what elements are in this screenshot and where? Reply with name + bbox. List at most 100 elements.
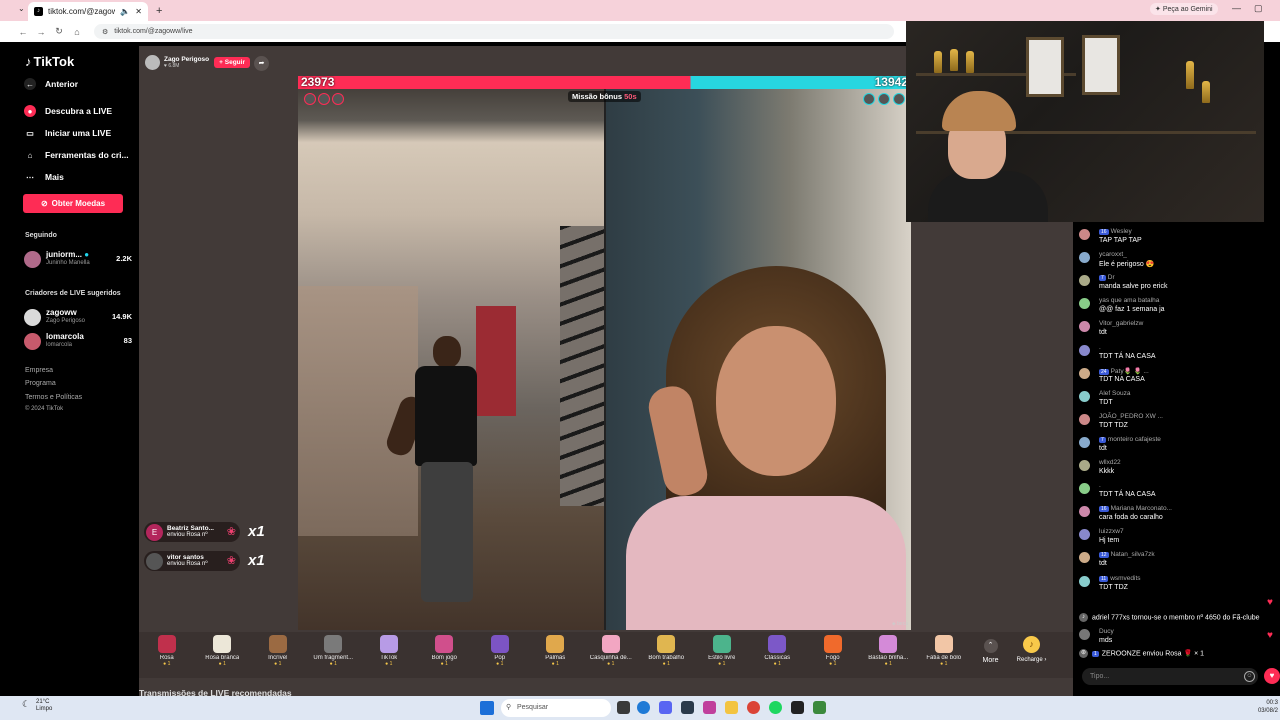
battle-view[interactable]: ◈ beca 23973 13942 Missão bônus 50s xyxy=(298,75,911,630)
tiktok-logo[interactable]: ♪ TikTok xyxy=(25,54,74,69)
chat-message[interactable]: 16 Mariana Marconato... cara foda do caral… xyxy=(1079,505,1275,526)
sidebar-item-more[interactable]: ⋯ Mais xyxy=(24,171,64,183)
bonus-mission-banner[interactable]: Missão bônus 50s xyxy=(568,91,641,102)
chat-message[interactable]: ycaroxxt_ Ele é perigoso 😍 xyxy=(1079,251,1275,272)
opponent-gifter-avatar[interactable] xyxy=(893,93,905,105)
gift-item[interactable]: Estilo livre ● 1 xyxy=(694,632,750,678)
chat-username[interactable]: 16 Mariana Marconato... xyxy=(1099,505,1172,513)
chat-username[interactable]: Vitor_gabrielzw xyxy=(1099,320,1143,327)
gift-item[interactable]: Bom trabalho ● 1 xyxy=(639,632,695,678)
chat-username[interactable]: wllxd22 xyxy=(1099,459,1121,466)
chat-avatar[interactable] xyxy=(1079,367,1090,379)
gift-item[interactable]: Pop ● 1 xyxy=(472,632,528,678)
host-avatar[interactable] xyxy=(145,54,160,70)
top-gifter-avatar[interactable] xyxy=(318,93,330,105)
app-icon[interactable] xyxy=(681,701,694,714)
chat-username[interactable]: . xyxy=(1099,344,1101,351)
chat-username[interactable]: 16 Wesley xyxy=(1099,228,1132,235)
gift-item[interactable]: Incrível ● 1 xyxy=(250,632,306,678)
new-tab-icon[interactable]: + xyxy=(156,5,162,17)
chat-message[interactable]: yas que ama batalha @@ faz 1 semana ja xyxy=(1079,297,1275,318)
share-icon[interactable]: ➦ xyxy=(254,56,269,71)
opponent-gifter-avatar[interactable] xyxy=(878,93,890,105)
tab-audio-icon[interactable]: 🔈 xyxy=(120,7,130,16)
top-gifter-avatar[interactable] xyxy=(304,93,316,105)
obs-icon[interactable] xyxy=(791,701,804,714)
chat-avatar[interactable] xyxy=(1079,552,1090,564)
sidebar-item-back[interactable]: ← Anterior xyxy=(24,78,78,90)
gemini-button[interactable]: ✦ Peça ao Gemini xyxy=(1150,3,1218,15)
chat-username[interactable]: luizzxw7 xyxy=(1099,528,1124,535)
chat-message[interactable]: JOÃO_PEDRO XW ... TDT TDZ xyxy=(1079,413,1275,434)
chat-avatar[interactable] xyxy=(1079,506,1090,518)
following-account[interactable]: juniorm... ● Juninho Manella 2.2K xyxy=(24,250,132,270)
chrome-icon[interactable] xyxy=(747,701,760,714)
chat-username[interactable]: ycaroxxt_ xyxy=(1099,251,1127,258)
forward-icon[interactable]: → xyxy=(32,27,50,37)
chat-message[interactable]: 11 wsmvedits TDT TDZ xyxy=(1079,575,1275,596)
maximize-icon[interactable]: ▢ xyxy=(1254,3,1263,14)
gift-item[interactable]: Palmas ● 1 xyxy=(528,632,584,678)
taskbar-search[interactable]: ⚲ Pesquisar xyxy=(501,699,611,717)
top-gifter-avatar[interactable] xyxy=(332,93,344,105)
chat-message[interactable]: 7 monteiro cafajeste tdt xyxy=(1079,436,1275,457)
chat-avatar[interactable] xyxy=(1079,229,1090,240)
gift-item[interactable]: Fogo ● 1 xyxy=(805,632,861,678)
chat-avatar[interactable] xyxy=(1079,413,1090,425)
chat-message[interactable]: Vitor_gabrielzw tdt xyxy=(1079,320,1275,341)
suggested-account[interactable]: lomarcola lomarcola 83 xyxy=(24,332,132,352)
edge-icon[interactable] xyxy=(637,701,650,714)
chat-avatar[interactable] xyxy=(1079,275,1090,287)
chat-username[interactable]: yas que ama batalha xyxy=(1099,297,1159,304)
chat-username[interactable]: 7 monteiro cafajeste xyxy=(1099,436,1161,443)
chat-username[interactable]: 7 Dr xyxy=(1099,274,1115,282)
tab-list-dropdown-icon[interactable]: ⌄ xyxy=(18,4,25,13)
sidebar-item-start-live[interactable]: ▭ Iniciar uma LIVE xyxy=(24,127,111,139)
app-icon[interactable] xyxy=(703,701,716,714)
home-icon[interactable]: ⌂ xyxy=(68,27,86,37)
sidebar-item-creator-tools[interactable]: ⌂ Ferramentas do cri... xyxy=(24,149,129,161)
chat-message[interactable]: 24 Paty🌷 🌷 ... TDT NA CASA xyxy=(1079,367,1275,388)
gift-item[interactable]: Casquinha de... ● 1 xyxy=(583,632,639,678)
emoji-icon[interactable]: ☺ xyxy=(1244,671,1255,682)
chat-message[interactable]: Alef Souza TDT xyxy=(1079,390,1275,411)
like-button[interactable]: ♥ xyxy=(1264,668,1280,684)
gift-item[interactable]: Clássicas ● 1 xyxy=(750,632,806,678)
chat-avatar[interactable] xyxy=(1079,575,1090,587)
footer-link-company[interactable]: Empresa xyxy=(25,367,53,374)
gift-item[interactable]: Rosa ● 1 xyxy=(139,632,195,678)
chat-avatar[interactable] xyxy=(1079,529,1090,541)
footer-link-program[interactable]: Programa xyxy=(25,380,56,387)
chat-avatar[interactable] xyxy=(1079,436,1090,448)
get-coins-button[interactable]: ⊘ Obter Moedas xyxy=(23,194,123,213)
back-icon[interactable]: ← xyxy=(14,27,32,37)
chat-username[interactable]: 11 wsmvedits xyxy=(1099,575,1141,582)
suggested-account[interactable]: zagoww Zago Perigoso 14.9K xyxy=(24,308,132,328)
task-view-icon[interactable] xyxy=(617,701,630,714)
chat-username[interactable]: JOÃO_PEDRO XW ... xyxy=(1099,413,1163,420)
start-button[interactable] xyxy=(480,701,494,715)
weather-widget[interactable]: ☾ 21°C Limpo xyxy=(22,699,52,713)
chat-message[interactable]: luizzxw7 Hj tem xyxy=(1079,528,1275,549)
app-icon[interactable] xyxy=(813,701,826,714)
chat-username[interactable]: 24 Paty🌷 🌷 ... xyxy=(1099,367,1149,375)
chat-username[interactable]: Alef Souza xyxy=(1099,390,1130,397)
chat-message[interactable]: . TDT TÁ NA CASA xyxy=(1079,482,1275,503)
recharge-button[interactable]: ♪ Recharge › xyxy=(1010,632,1054,678)
reload-icon[interactable]: ↻ xyxy=(50,26,68,37)
chat-avatar[interactable] xyxy=(1079,460,1090,471)
sidebar-item-discover-live[interactable]: ● Descubra a LIVE xyxy=(24,105,112,117)
system-clock[interactable]: 00:3 03/08/2 xyxy=(1246,699,1278,715)
file-explorer-icon[interactable] xyxy=(725,701,738,714)
follow-button[interactable]: + Seguir xyxy=(214,56,250,68)
chat-avatar[interactable] xyxy=(1079,298,1090,310)
minimize-icon[interactable]: — xyxy=(1232,3,1241,13)
footer-link-terms[interactable]: Termos e Políticas xyxy=(25,394,82,401)
chat-message[interactable]: 7 Dr manda salve pro erick xyxy=(1079,274,1275,295)
chat-input[interactable]: Tipo... xyxy=(1082,668,1258,685)
chat-avatar[interactable] xyxy=(1079,390,1090,402)
spotify-icon[interactable] xyxy=(769,701,782,714)
chat-avatar[interactable] xyxy=(1079,321,1090,333)
chat-message[interactable]: 12 Natan_silva7zk tdt xyxy=(1079,551,1275,572)
gift-item[interactable]: TikTok ● 1 xyxy=(361,632,417,678)
